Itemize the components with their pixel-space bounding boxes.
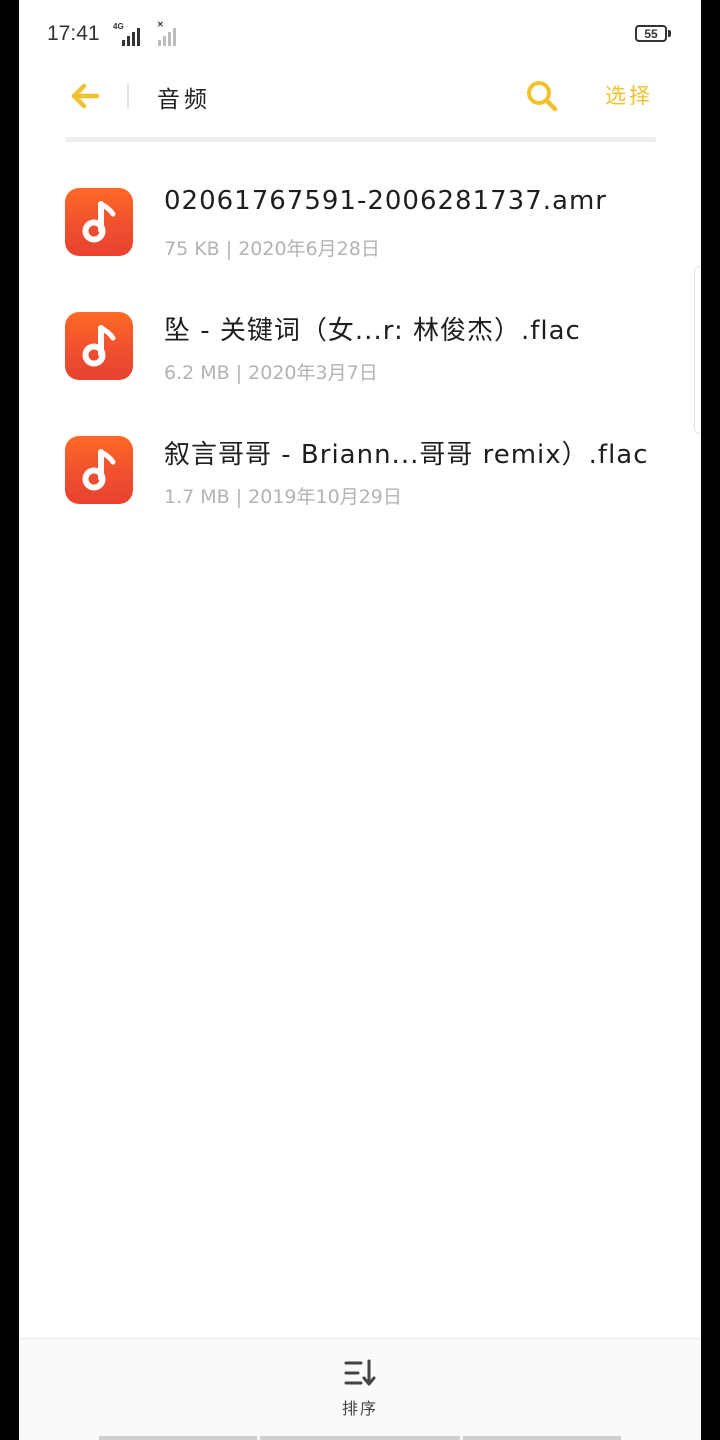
page-title: 音频 — [157, 87, 211, 113]
list-item[interactable]: 坠 - 关键词（女...r: 林俊杰）.flac 6.2 MB | 2020年3… — [19, 284, 701, 408]
nav-indicator — [260, 1436, 460, 1440]
file-date: 2020年3月7日 — [248, 362, 378, 384]
file-name: 02061767591-2006281737.amr — [164, 186, 607, 216]
bottom-bar: 排序 — [19, 1338, 701, 1440]
music-note-icon — [65, 312, 133, 380]
scroll-handle[interactable] — [694, 266, 701, 434]
battery-icon: 55 — [635, 25, 667, 42]
battery-tip — [668, 30, 671, 37]
list-item[interactable]: 叙言哥哥 - Briann...哥哥 remix）.flac 1.7 MB | … — [19, 408, 701, 532]
nav-indicator — [99, 1436, 257, 1440]
file-size: 6.2 MB — [164, 362, 230, 384]
file-date: 2019年10月29日 — [248, 486, 402, 508]
file-meta: 1.7 MB | 2019年10月29日 — [164, 486, 402, 508]
no-signal-mark-icon: ✕ — [157, 20, 164, 29]
sort-button[interactable]: 排序 — [319, 1359, 401, 1429]
file-manager-screen: 17:41 4G ✕ 55 音频 选择 02061767591-20062817… — [19, 0, 701, 1440]
file-list: 02061767591-2006281737.amr 75 KB | 2020年… — [19, 160, 701, 532]
battery-level: 55 — [644, 26, 658, 41]
status-time: 17:41 — [47, 22, 100, 45]
file-size: 1.7 MB — [164, 486, 230, 508]
list-item[interactable]: 02061767591-2006281737.amr 75 KB | 2020年… — [19, 160, 701, 284]
nav-indicator — [463, 1436, 621, 1440]
back-arrow-icon[interactable] — [67, 78, 103, 114]
status-bar: 17:41 4G ✕ 55 — [19, 0, 701, 64]
header-separator — [127, 84, 129, 108]
file-meta: 6.2 MB | 2020年3月7日 — [164, 362, 378, 384]
file-date: 2020年6月28日 — [238, 238, 380, 260]
sort-icon — [344, 1359, 376, 1386]
music-note-icon — [65, 188, 133, 256]
file-name: 坠 - 关键词（女...r: 林俊杰）.flac — [164, 316, 581, 346]
music-note-icon — [65, 436, 133, 504]
select-button[interactable]: 选择 — [605, 80, 653, 110]
file-size: 75 KB — [164, 238, 220, 260]
header: 音频 选择 — [19, 64, 701, 128]
sort-label: 排序 — [341, 1399, 378, 1418]
search-icon[interactable] — [524, 78, 560, 114]
file-name: 叙言哥哥 - Briann...哥哥 remix）.flac — [164, 440, 649, 470]
file-meta: 75 KB | 2020年6月28日 — [164, 238, 380, 260]
signal-icon — [122, 22, 140, 46]
header-divider — [65, 137, 656, 142]
